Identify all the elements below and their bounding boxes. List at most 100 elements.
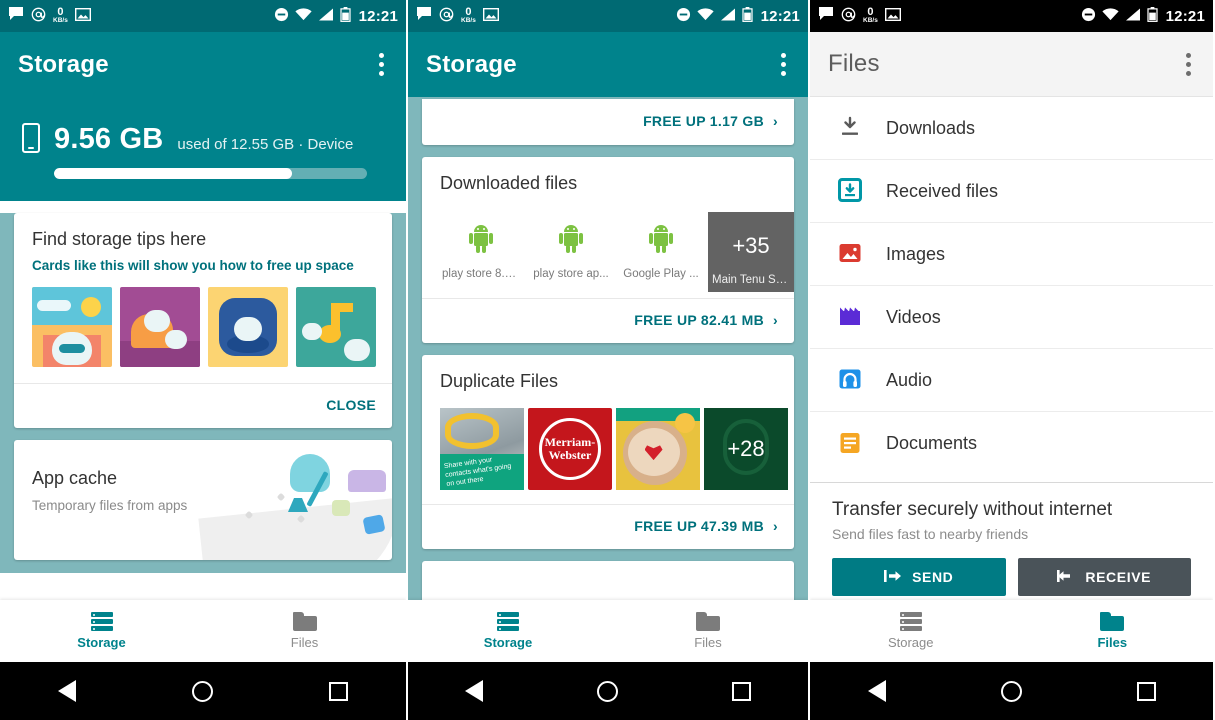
status-bar-clock: 12:21	[358, 7, 398, 25]
page-title: Storage	[18, 50, 109, 78]
folder-icon	[696, 612, 720, 631]
downloaded-files-card[interactable]: Downloaded files play store 8.2... play …	[422, 157, 794, 343]
battery-icon	[340, 6, 351, 26]
home-icon[interactable]	[597, 680, 618, 702]
message-icon	[818, 7, 834, 25]
downloaded-file-label: Main Tenu Sa...	[712, 274, 792, 286]
more-count-badge: +28	[727, 436, 765, 461]
do-not-disturb-icon	[274, 7, 289, 26]
page-title: Files	[828, 50, 880, 77]
tips-close-action[interactable]: CLOSE	[14, 384, 392, 428]
app-cache-card[interactable]: App cache Temporary files from apps	[14, 440, 392, 560]
close-button[interactable]: CLOSE	[326, 397, 376, 413]
status-bar-right-icons: 12:21	[274, 6, 398, 26]
home-icon[interactable]	[192, 680, 213, 702]
bottom-navigation: Storage Files	[408, 600, 808, 662]
panel-storage-cards: 0 KB/s 12:21 Storage FREE UP 1.17 GB › D…	[406, 0, 808, 720]
overflow-menu-button[interactable]	[1182, 49, 1195, 80]
storage-progress-bar	[54, 168, 367, 179]
cell-signal-icon	[318, 8, 334, 25]
transfer-title: Transfer securely without internet	[832, 499, 1113, 520]
downloaded-files-title: Downloaded files	[440, 173, 578, 193]
list-item-audio[interactable]: Audio	[810, 349, 1213, 412]
storage-icon	[497, 612, 519, 631]
home-icon[interactable]	[1000, 680, 1022, 702]
more-count-badge: +35	[732, 233, 770, 258]
back-icon[interactable]	[465, 680, 483, 702]
merriam-webster-thumbnail[interactable]: Merriam-Webster	[528, 408, 612, 490]
cards-scroll-area[interactable]: Find storage tips here Cards like this w…	[0, 213, 406, 573]
list-item-images[interactable]: Images	[810, 223, 1213, 286]
list-item-videos[interactable]: Videos	[810, 286, 1213, 349]
photo-thumbnail[interactable]: Share with your contacts what's going on…	[440, 408, 524, 490]
free-up-link[interactable]: FREE UP 82.41 MB	[634, 312, 764, 328]
app-icon-blob-illustration	[208, 287, 288, 367]
device-phone-icon	[22, 123, 40, 153]
music-note-blob-illustration	[296, 287, 376, 367]
storage-icon	[899, 612, 922, 631]
list-item-received-files[interactable]: Received files	[810, 160, 1213, 223]
storage-used-detail: used of 12.55 GB · Device	[177, 136, 354, 153]
folder-icon	[1100, 612, 1125, 631]
downloaded-file-item[interactable]: play store 8.2...	[438, 212, 524, 292]
recents-icon[interactable]	[732, 681, 751, 701]
nav-tab-files[interactable]: Files	[1012, 600, 1214, 662]
nav-tab-files-label: Files	[694, 635, 722, 650]
app-cache-title: App cache	[32, 468, 118, 488]
receive-arrow-icon	[1057, 569, 1075, 586]
back-icon[interactable]	[58, 680, 76, 702]
image-icon	[838, 241, 864, 267]
panel-storage-overview: 0 KB/s 12:21 Storage 9.56 GB used of 12.…	[0, 0, 406, 720]
nav-tab-storage[interactable]: Storage	[0, 600, 203, 662]
android-apk-icon	[528, 212, 614, 268]
recents-icon[interactable]	[1136, 681, 1156, 701]
wifi-icon	[295, 7, 312, 25]
partial-card-above[interactable]: FREE UP 1.17 GB ›	[422, 99, 794, 145]
email-at-icon	[439, 7, 454, 26]
list-item-label: Documents	[886, 433, 978, 453]
audio-icon	[838, 367, 864, 393]
partial-card-action[interactable]: FREE UP 1.17 GB ›	[422, 99, 794, 145]
send-button-label: SEND	[912, 569, 954, 585]
nav-tab-storage[interactable]: Storage	[408, 600, 608, 662]
nav-tab-files[interactable]: Files	[608, 600, 808, 662]
list-item-downloads[interactable]: Downloads	[810, 97, 1213, 160]
latte-art-thumbnail[interactable]	[616, 408, 700, 490]
free-up-link[interactable]: FREE UP 1.17 GB	[643, 113, 764, 129]
list-item-documents[interactable]: Documents	[810, 412, 1213, 475]
nav-tab-storage[interactable]: Storage	[810, 600, 1012, 662]
nav-tab-files-label: Files	[1097, 635, 1128, 650]
wifi-icon	[1102, 7, 1119, 25]
chevron-right-icon: ›	[773, 518, 778, 534]
system-navigation-bar	[0, 662, 406, 720]
cards-scroll-area[interactable]: FREE UP 1.17 GB › Downloaded files play s…	[408, 97, 808, 662]
document-icon	[838, 431, 864, 457]
receive-button-label: RECEIVE	[1085, 569, 1152, 585]
overflow-menu-button[interactable]	[375, 49, 388, 80]
status-bar-right-icons: 12:21	[1081, 6, 1205, 26]
recents-icon[interactable]	[329, 681, 348, 701]
storage-progress-fill	[54, 168, 292, 179]
send-button[interactable]: SEND	[832, 558, 1006, 596]
back-icon[interactable]	[867, 680, 886, 702]
tips-card-subtitle: Cards like this will show you how to fre…	[32, 258, 354, 273]
image-icon	[74, 7, 91, 25]
nav-tab-files[interactable]: Files	[203, 600, 406, 662]
downloaded-file-label: Google Play ...	[623, 268, 699, 280]
overflow-menu-button[interactable]	[777, 49, 790, 80]
status-bar: 0 KB/s 12:21	[0, 0, 406, 32]
receive-button[interactable]: RECEIVE	[1017, 558, 1191, 596]
free-up-link[interactable]: FREE UP 47.39 MB	[634, 518, 764, 534]
downloaded-file-more-tile[interactable]: +35 Main Tenu Sa...	[708, 212, 794, 292]
downloaded-file-item[interactable]: Google Play ...	[618, 212, 704, 292]
duplicate-files-card[interactable]: Duplicate Files Share with your contacts…	[422, 355, 794, 549]
app-bar: Files	[810, 32, 1213, 97]
app-cache-subtitle: Temporary files from apps	[32, 498, 188, 513]
duplicate-files-action[interactable]: FREE UP 47.39 MB ›	[422, 505, 794, 549]
list-item-label: Audio	[886, 369, 933, 390]
more-count-tile[interactable]: +28	[704, 408, 788, 490]
downloaded-files-action[interactable]: FREE UP 82.41 MB ›	[422, 299, 794, 343]
downloaded-file-item[interactable]: play store ap...	[528, 212, 614, 292]
tips-card-title: Find storage tips here	[32, 229, 207, 249]
storage-tips-card[interactable]: Find storage tips here Cards like this w…	[14, 213, 392, 428]
